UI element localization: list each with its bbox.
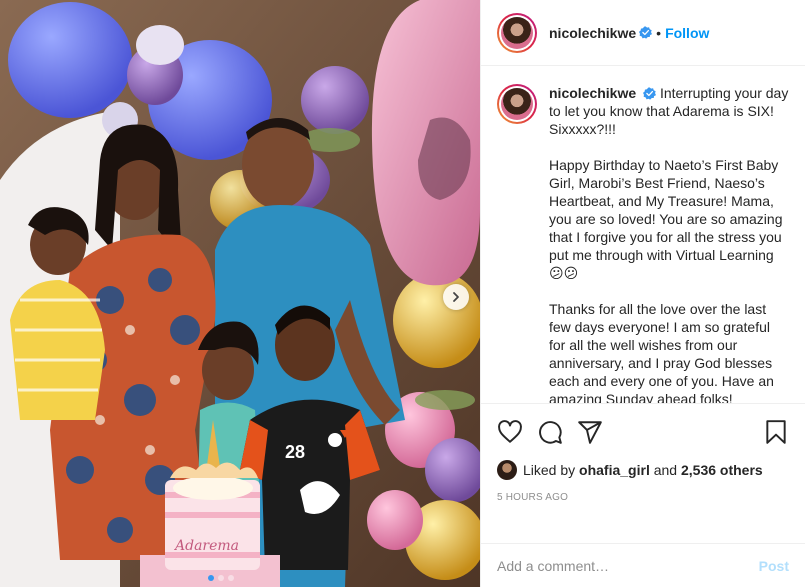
share-button[interactable]	[577, 412, 617, 452]
post-sidebar: nicolechikwe • Follow nicolechikwe Inter…	[480, 0, 805, 587]
likes-prefix: Liked by	[523, 462, 576, 478]
save-button[interactable]	[749, 412, 789, 452]
verified-badge-icon	[639, 26, 653, 39]
heart-icon	[498, 420, 522, 443]
header-separator: •	[656, 24, 662, 41]
carousel-dot	[228, 575, 234, 581]
follow-button[interactable]: Follow	[665, 25, 709, 41]
family-birthday-photo: 28 Adarema	[0, 0, 480, 587]
comments-section: nicolechikwe Interrupting your day to le…	[481, 66, 805, 403]
caption-text: nicolechikwe Interrupting your day to le…	[549, 84, 789, 403]
post-header: nicolechikwe • Follow	[481, 0, 805, 66]
carousel-indicator	[208, 575, 234, 581]
cake-name-text: Adarema	[173, 538, 239, 554]
liker-avatar[interactable]	[497, 460, 517, 480]
caption: nicolechikwe Interrupting your day to le…	[497, 84, 789, 403]
verified-badge-icon	[643, 87, 657, 100]
action-icons	[497, 412, 789, 452]
share-icon	[578, 421, 602, 444]
profile-picture	[501, 88, 533, 120]
avatar[interactable]	[497, 12, 537, 53]
carousel-dot	[208, 575, 214, 581]
instagram-post: 28 Adarema nicolechikwe • Follow nicolec…	[0, 0, 805, 587]
caption-paragraph: Thanks for all the love over the last fe…	[549, 301, 774, 403]
caption-avatar[interactable]	[497, 84, 537, 124]
carousel-next-button[interactable]	[443, 284, 469, 310]
caption-paragraph: Happy Birthday to Naeto’s First Baby Gir…	[549, 157, 783, 281]
likes-others-link[interactable]: 2,536 others	[681, 462, 763, 478]
liker-username[interactable]: ohafia_girl	[579, 462, 650, 478]
carousel-dot	[218, 575, 224, 581]
caption-paragraph: nicolechikwe Interrupting your day to le…	[549, 84, 789, 138]
post-timestamp[interactable]: 5 HOURS AGO	[497, 492, 789, 503]
profile-picture	[501, 16, 533, 49]
svg-text:28: 28	[285, 442, 305, 462]
likes-conjunction: and	[653, 462, 678, 478]
post-username[interactable]: nicolechikwe	[549, 25, 636, 41]
comment-icon	[539, 421, 562, 444]
caption-username[interactable]: nicolechikwe	[549, 85, 636, 101]
chevron-right-icon	[453, 292, 459, 302]
post-comment-button[interactable]: Post	[759, 558, 789, 574]
post-actions: Liked by ohafia_girl and 2,536 others 5 …	[481, 403, 805, 543]
bookmark-icon	[766, 420, 786, 444]
post-photo[interactable]: 28 Adarema	[0, 0, 480, 587]
add-comment-bar: Post	[481, 543, 805, 587]
comment-input[interactable]	[497, 557, 759, 574]
like-button[interactable]	[497, 412, 537, 452]
likes-summary: Liked by ohafia_girl and 2,536 others	[497, 460, 789, 480]
comment-button[interactable]	[537, 412, 577, 452]
